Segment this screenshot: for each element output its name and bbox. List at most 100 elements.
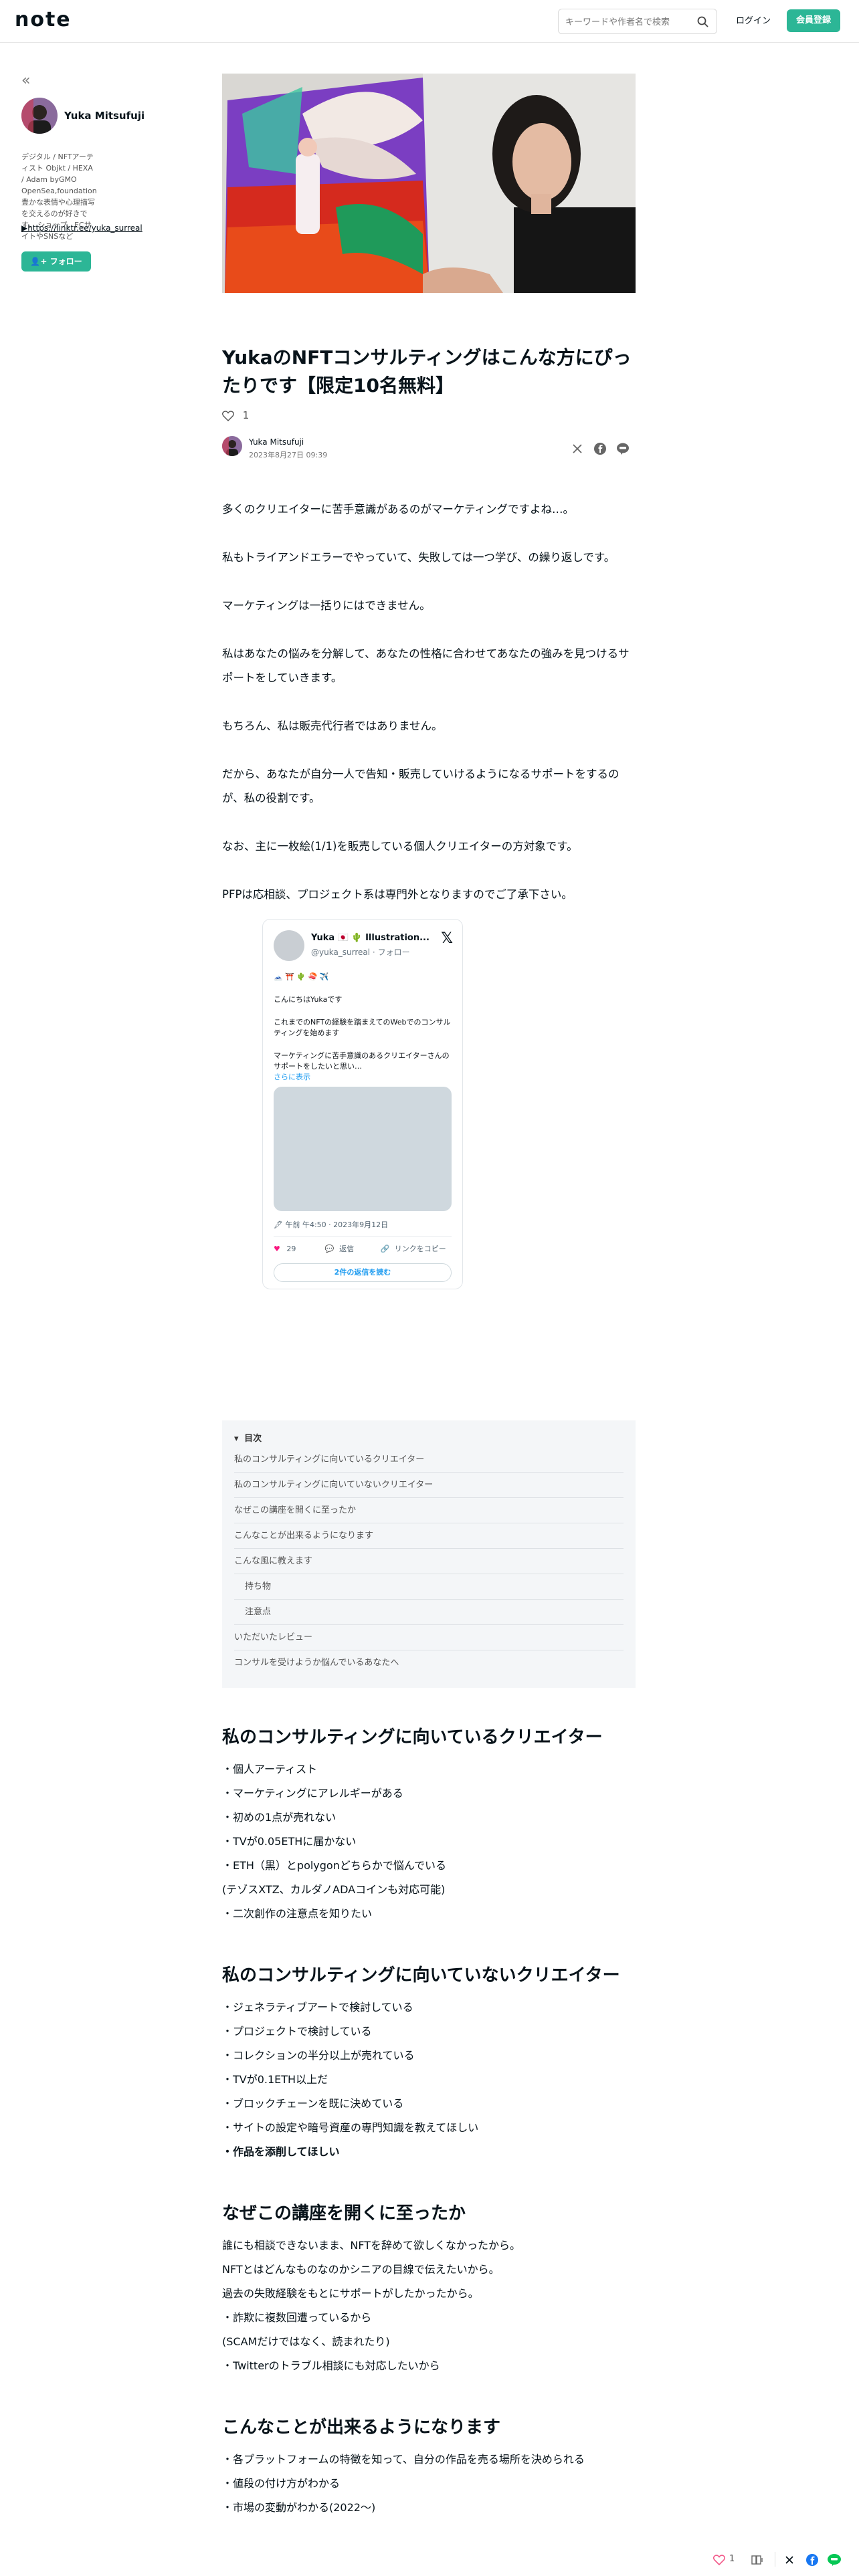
tweet-reply-label[interactable]: 返信 [339, 1245, 354, 1253]
list-item: ・Twitterのトラブル相談にも対応したいから [222, 2359, 440, 2372]
search-icon[interactable] [696, 15, 710, 29]
article-title: YukaのNFTコンサルティングはこんな方にぴったりです【限定10名無料】 [222, 346, 632, 397]
list-item: ・プロジェクトで検討している [222, 2025, 372, 2038]
collapse-sidebar-icon[interactable]: « [21, 72, 30, 89]
add-user-icon: 👤+ [30, 257, 47, 266]
section-list: ・ジェネラティブアートで検討している ・プロジェクトで検討している ・コレクショ… [222, 1996, 636, 2164]
author-avatar-small[interactable] [222, 436, 242, 456]
tweet-timestamp[interactable]: 🖋 午前 午4:50 · 2023年9月12日 [274, 1219, 388, 1230]
floating-action-bar: 1 [705, 2548, 852, 2571]
sidebar-author-name[interactable]: Yuka Mitsufuji [64, 110, 145, 122]
tweet-text-line: これまでのNFTの経験を踏まえてのWebでのコンサルティングを始めます [274, 1018, 451, 1037]
toc-header[interactable]: ▾ 目次 [234, 1431, 624, 1447]
line-share-icon[interactable] [827, 2553, 842, 2567]
heart-icon[interactable] [713, 2555, 725, 2565]
toc-item[interactable]: 私のコンサルティングに向いているクリエイター [234, 1447, 624, 1473]
section-list: ・個人アーティスト ・マーケティングにアレルギーがある ・初めの1点が売れない … [222, 1757, 636, 1926]
tweet-link-icon[interactable]: 🔗 [381, 1245, 390, 1253]
x-logo-icon[interactable]: 𝕏 [441, 930, 453, 947]
list-item: NFTとはどんなものなのかシニアの目線で伝えたいから。 [222, 2263, 500, 2276]
chevron-down-icon: ▾ [234, 1434, 239, 1444]
x-share-icon[interactable] [570, 441, 585, 456]
paragraph: 私はあなたの悩みを分解して、あなたの性格に合わせてあなたの強みを見つけるサポート… [222, 647, 630, 684]
magazine-add-icon[interactable] [751, 2554, 764, 2566]
article-body: 多くのクリエイターに苦手意識があるのがマーケティングですよね…。 私もトライアン… [222, 498, 636, 907]
list-item: ・作品を添削してほしい [222, 2145, 340, 2158]
paragraph: マーケティングは一括りにはできません。 [222, 599, 431, 612]
tweet-text-line: マーケティングに苦手意識のあるクリエイターさんのサポートをしたいと思い… [274, 1051, 450, 1071]
list-item: ・ジェネラティブアートで検討している [222, 2001, 413, 2014]
toc-subitem[interactable]: 持ち物 [234, 1574, 624, 1600]
tweet-copy-label[interactable]: リンクをコピー [395, 1245, 446, 1253]
list-item: ・個人アーティスト [222, 1763, 318, 1776]
toc-item[interactable]: いただいたレビュー [234, 1625, 624, 1650]
heart-icon[interactable] [222, 410, 234, 421]
section-heading: こんなことが出来るようになります [222, 2418, 501, 2438]
article-main: YukaのNFTコンサルティングはこんな方にぴったりです【限定10名無料】 1 … [222, 74, 636, 2520]
list-item: ・市場の変動がわかる(2022〜) [222, 2501, 376, 2514]
line-share-icon[interactable] [615, 441, 630, 456]
section-heading: なぜこの講座を開くに至ったか [222, 2204, 466, 2224]
tweet-handle[interactable]: @yuka_surreal · フォロー [311, 946, 410, 958]
embedded-tweet[interactable]: Yuka 🇯🇵 🌵 Illustration... @yuka_surreal … [262, 919, 463, 1289]
login-link[interactable]: ログイン [736, 13, 771, 26]
toc-item[interactable]: こんな風に教えます [234, 1549, 624, 1574]
list-item: (テゾスXTZ、カルダノADAコインも対応可能) [222, 1883, 446, 1896]
list-item: ・詐欺に複数回遭っているから [222, 2311, 372, 2324]
list-item: ・コレクションの半分以上が売れている [222, 2049, 415, 2062]
like-count: 1 [242, 409, 250, 421]
tweet-avatar[interactable] [274, 930, 304, 961]
tweet-heart-icon[interactable]: ♥ [274, 1245, 280, 1253]
paragraph: PFPは応相談、プロジェクト系は専門外となりますのでご了承下さい。 [222, 888, 573, 901]
toc-item[interactable]: こんなことが出来るようになります [234, 1523, 624, 1549]
table-of-contents: ▾ 目次 私のコンサルティングに向いているクリエイター 私のコンサルティングに向… [222, 1420, 636, 1688]
like-row: 1 [222, 409, 636, 425]
list-item: ・ETH（黒）とpolygonどちらかで悩んでいる [222, 1859, 447, 1872]
list-item: ・ブロックチェーンを既に決めている [222, 2097, 404, 2110]
paragraph: 私もトライアンドエラーでやっていて、失敗しては一つ学び、の繰り返しです。 [222, 551, 615, 564]
list-item: ・TVが0.05ETHに届かない [222, 1835, 357, 1848]
global-header: note ログイン 会員登録 [0, 0, 859, 43]
tweet-media[interactable] [274, 1087, 452, 1211]
list-item: ・TVが0.1ETH以上だ [222, 2073, 328, 2086]
tweet-reply-icon[interactable]: 💬 [325, 1245, 335, 1253]
facebook-share-icon[interactable] [593, 441, 607, 456]
paragraph: だから、あなたが自分一人で告知・販売していけるようになるサポートをするのが、私の… [222, 768, 619, 804]
tweet-author-name[interactable]: Yuka 🇯🇵 🌵 Illustration... [311, 933, 430, 943]
tweet-read-replies-button[interactable]: 2件の返信を読む [274, 1263, 452, 1282]
toc-item[interactable]: コンサルを受けようか悩んでいるあなたへ [234, 1650, 624, 1676]
toc-title: 目次 [244, 1434, 262, 1444]
tweet-show-more[interactable]: さらに表示 [274, 1072, 453, 1083]
signup-button[interactable]: 会員登録 [787, 9, 840, 32]
list-item: (SCAMだけではなく、読まれたり) [222, 2335, 390, 2348]
facebook-share-icon[interactable] [805, 2553, 819, 2567]
note-logo[interactable]: note [15, 8, 72, 31]
list-item: ・マーケティングにアレルギーがある [222, 1787, 403, 1800]
follow-label: フォロー [50, 257, 82, 266]
list-item: ・初めの1点が売れない [222, 1811, 337, 1824]
list-item: 過去の失敗経験をもとにサポートがしたかったから。 [222, 2287, 479, 2300]
list-item: 誰にも相談できないまま、NFTを辞めて欲しくなかったから。 [222, 2239, 521, 2252]
list-item: ・二次創作の注意点を知りたい [222, 1907, 373, 1920]
paragraph: なお、主に一枚絵(1/1)を販売している個人クリエイターの方対象です。 [222, 840, 578, 853]
x-share-icon[interactable] [784, 2555, 795, 2565]
tweet-actions: ♥ 29 💬 返信 🔗 リンクをコピー [274, 1243, 446, 1254]
paragraph: もちろん、私は販売代行者ではありません。 [222, 720, 443, 732]
tweet-text-line: 🗻 ⛩️ 🌵 🍣 ✈️ [274, 972, 329, 981]
section-heading: 私のコンサルティングに向いていないクリエイター [222, 1965, 620, 1985]
tweet-text-line: こんにちはYukaです [274, 995, 343, 1004]
follow-button[interactable]: 👤+ フォロー [21, 251, 91, 272]
toc-item[interactable]: 私のコンサルティングに向いていないクリエイター [234, 1473, 624, 1498]
tweet-like-count: 29 [286, 1245, 296, 1253]
author-name[interactable]: Yuka Mitsufuji [249, 437, 304, 447]
toc-subitem[interactable]: 注意点 [234, 1600, 624, 1625]
section-list: ・各プラットフォームの特徴を知って、自分の作品を売る場所を決められる ・値段の付… [222, 2448, 636, 2520]
search-box[interactable] [558, 9, 717, 34]
floating-like-count: 1 [729, 2554, 735, 2564]
publish-date: 2023年8月27日 09:39 [249, 451, 328, 459]
search-input[interactable] [565, 15, 692, 29]
author-avatar[interactable] [21, 98, 58, 134]
sidebar-link[interactable]: ▶https://linktr.ee/yuka_surreal [21, 223, 142, 233]
section-heading: 私のコンサルティングに向いているクリエイター [222, 1727, 603, 1747]
toc-item[interactable]: なぜこの講座を開くに至ったか [234, 1498, 624, 1523]
